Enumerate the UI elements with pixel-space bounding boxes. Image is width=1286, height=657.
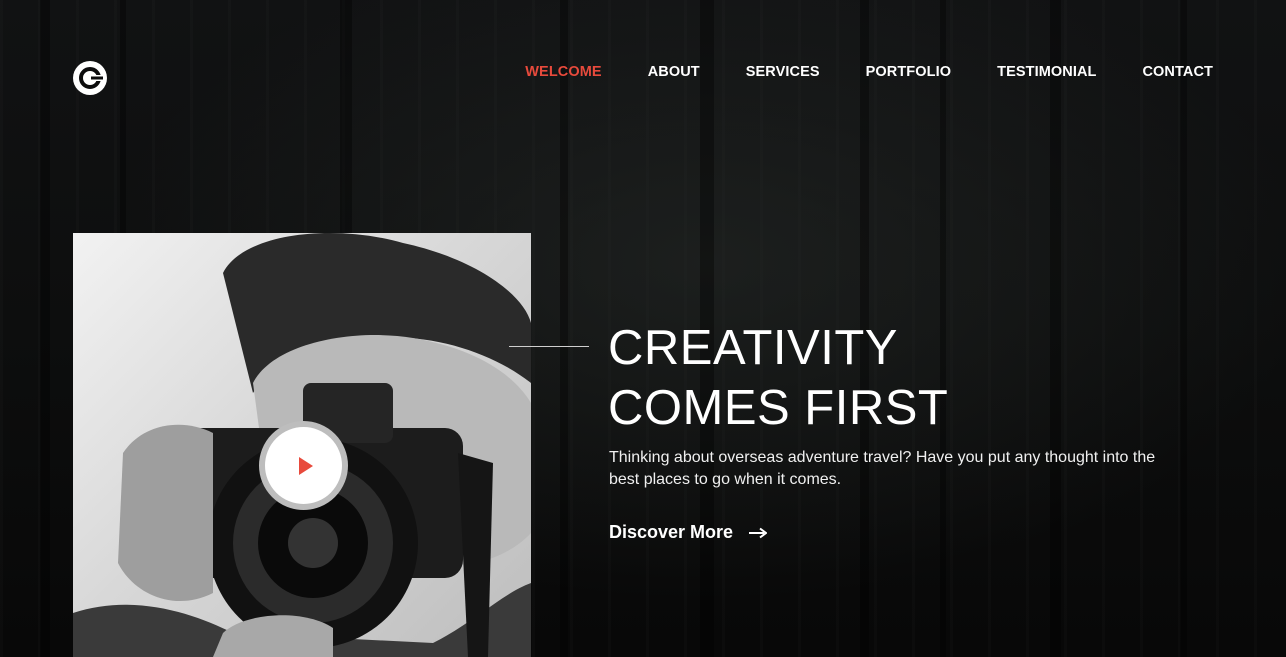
nav-testimonial[interactable]: TESTIMONIAL <box>997 63 1096 81</box>
discover-more-label: Discover More <box>609 522 734 542</box>
hero-title-line-1: CREATIVITY <box>608 321 898 375</box>
c-circle-logo-icon[interactable] <box>73 61 107 95</box>
nav-about[interactable]: ABOUT <box>648 63 700 81</box>
decorative-line <box>509 346 589 347</box>
hero-description: Thinking about overseas adventure travel… <box>609 449 1156 488</box>
play-icon <box>298 456 313 475</box>
nav-welcome[interactable]: WELCOME <box>525 63 601 81</box>
discover-more-link[interactable]: Discover More <box>609 522 768 543</box>
main-navigation: WELCOME ABOUT SERVICES PORTFOLIO TESTIMO… <box>525 63 1213 81</box>
hero-title: CREATIVITY COMES FIRST <box>608 318 948 438</box>
nav-services[interactable]: SERVICES <box>746 63 820 81</box>
play-video-button[interactable] <box>259 421 348 510</box>
nav-portfolio[interactable]: PORTFOLIO <box>866 63 951 81</box>
arrow-right-icon <box>749 527 768 538</box>
hero-title-line-2: COMES FIRST <box>608 381 949 435</box>
nav-contact[interactable]: CONTACT <box>1142 63 1213 81</box>
